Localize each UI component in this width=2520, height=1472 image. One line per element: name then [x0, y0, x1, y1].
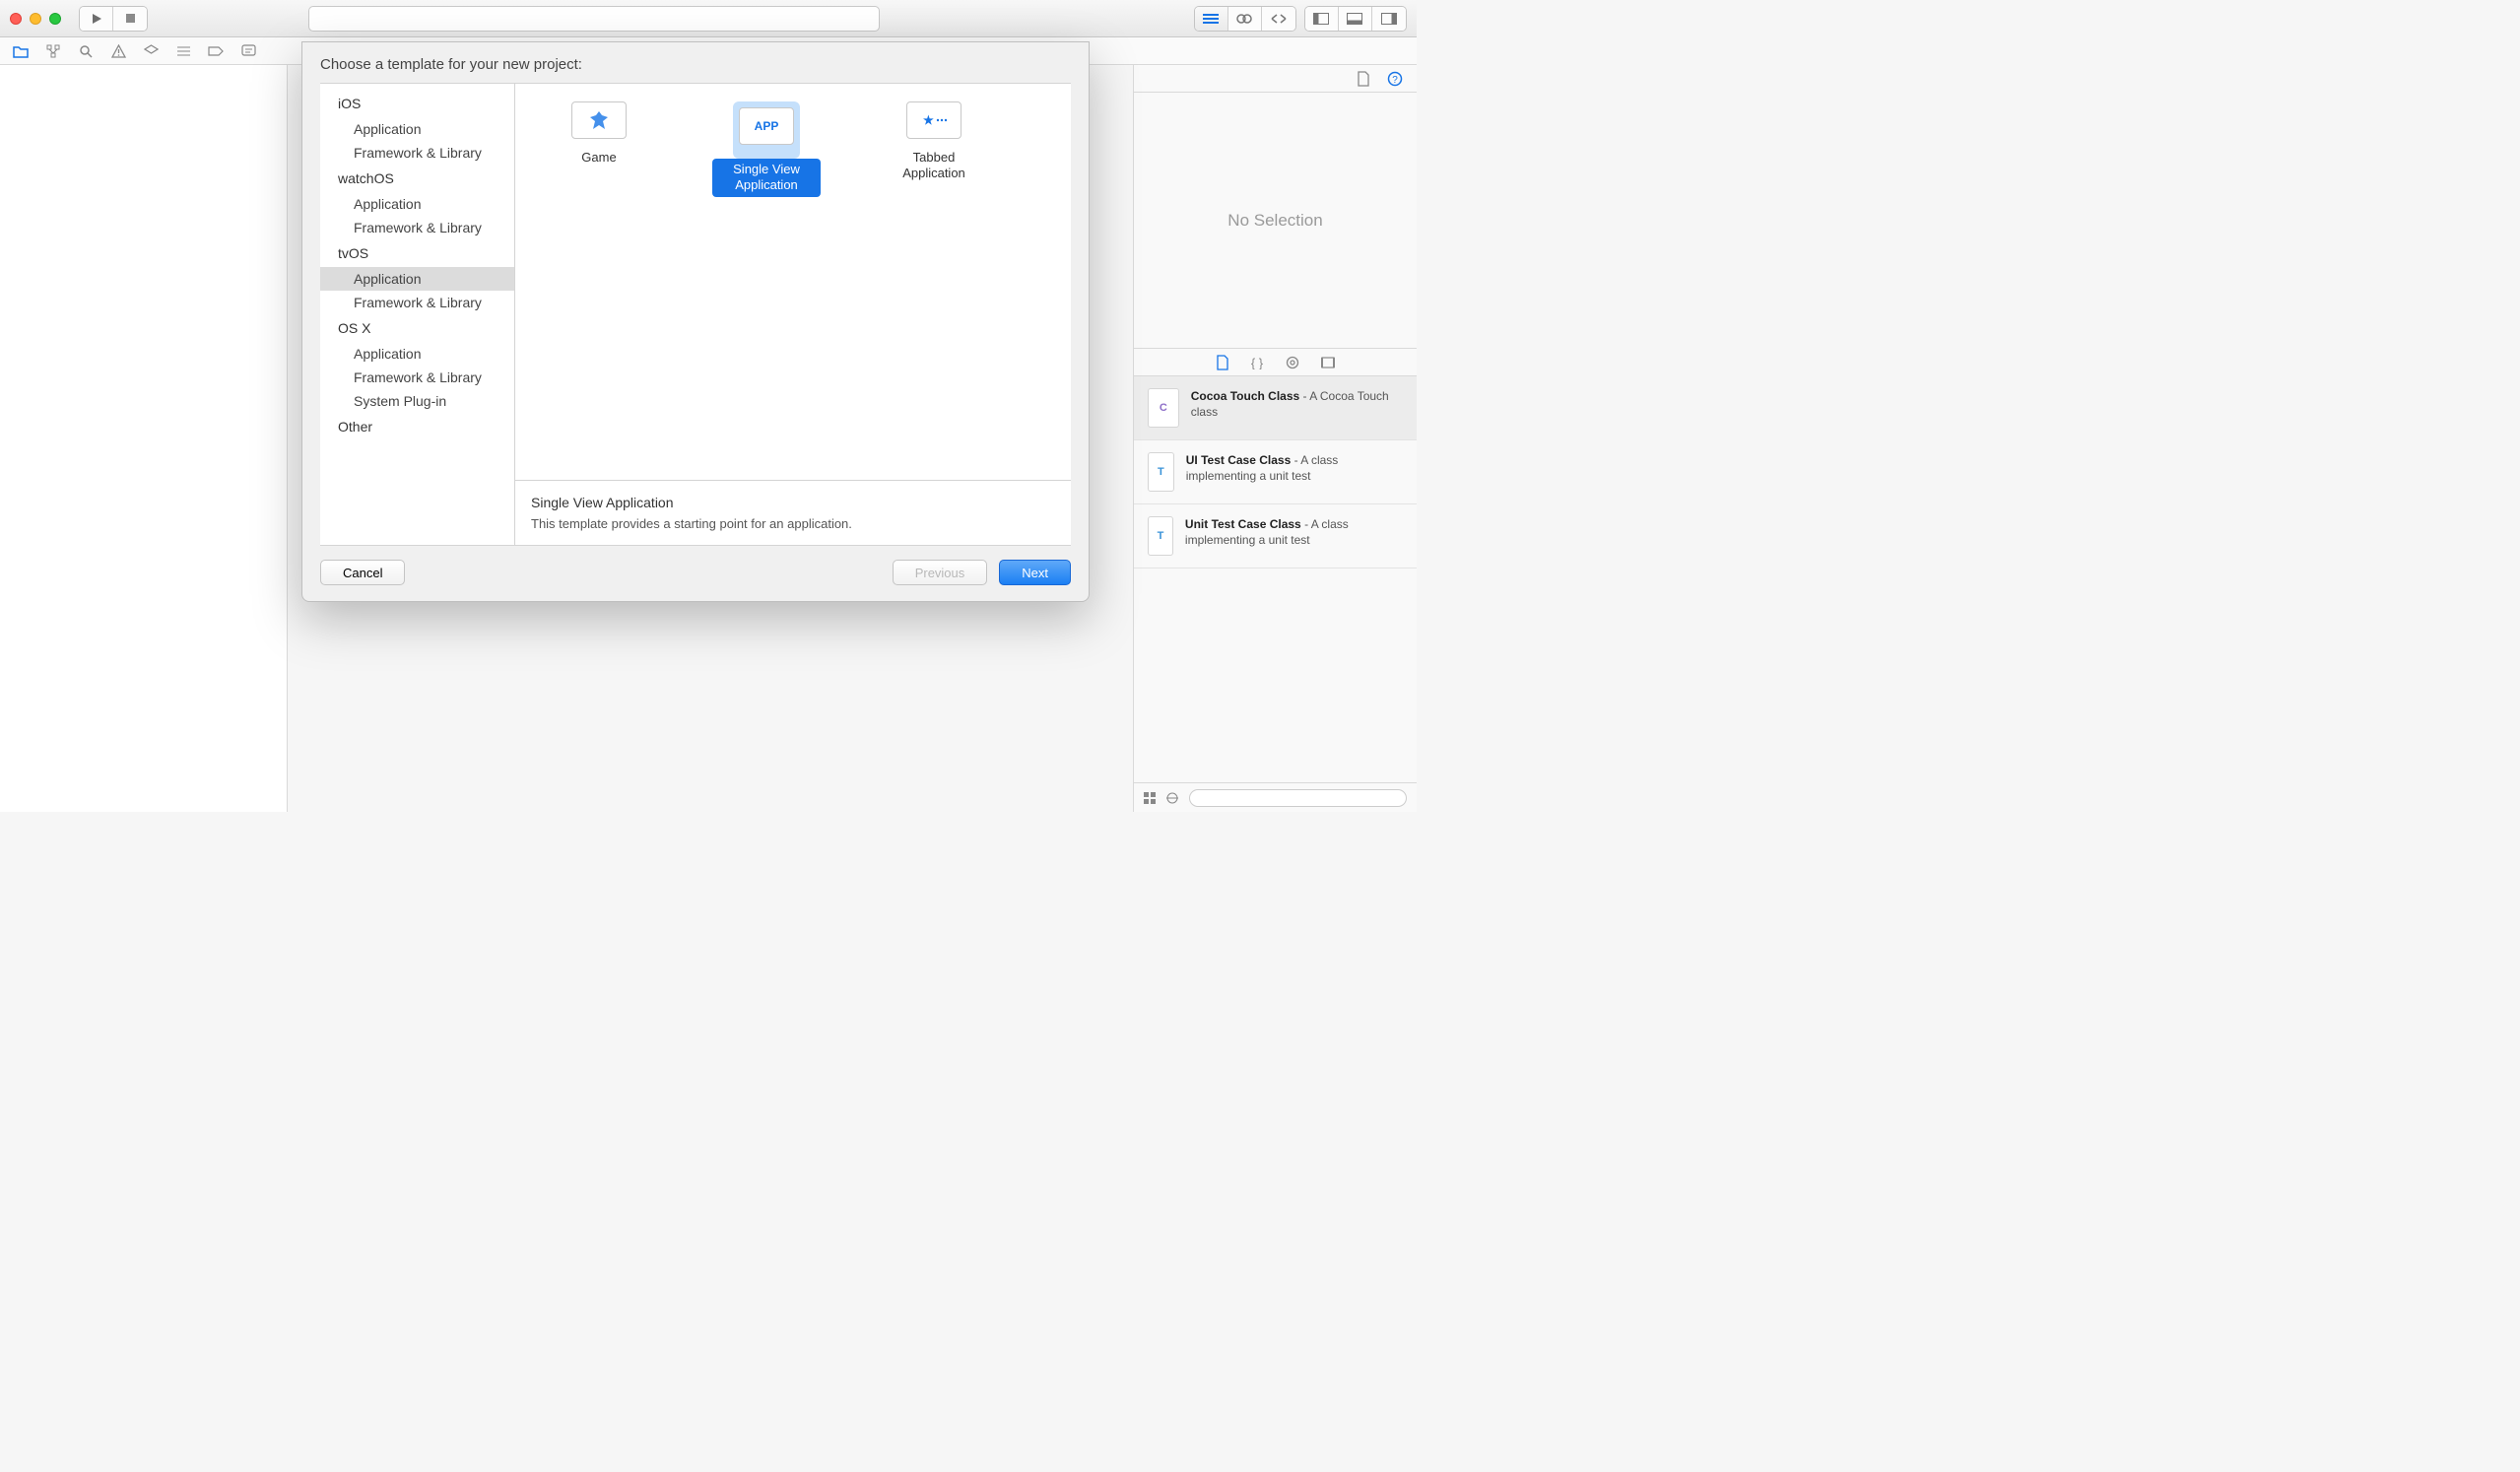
category-item[interactable]: Application: [320, 117, 514, 141]
template-label: Game: [575, 147, 622, 168]
breakpoint-navigator-icon[interactable]: [207, 42, 225, 60]
category-header: Other: [320, 413, 514, 440]
template-description: Single View Application This template pr…: [515, 480, 1071, 545]
category-header: iOS: [320, 90, 514, 117]
app-icon: APP: [739, 107, 794, 145]
code-snippet-library-icon[interactable]: { }: [1250, 356, 1264, 369]
library-item-text: Unit Test Case Class - A class implement…: [1185, 516, 1403, 556]
template-game[interactable]: Game: [545, 101, 653, 168]
report-navigator-icon[interactable]: [239, 42, 257, 60]
editor-mode-segment: [1194, 6, 1296, 32]
svg-text:?: ?: [1392, 75, 1398, 86]
find-navigator-icon[interactable]: [77, 42, 95, 60]
zoom-window-button[interactable]: [49, 13, 61, 25]
template-picker: Game APP Single View Application ★ Tabbe…: [515, 84, 1071, 545]
file-inspector-icon[interactable]: [1357, 71, 1369, 87]
template-categories: iOS Application Framework & Library watc…: [320, 84, 515, 545]
next-button[interactable]: Next: [999, 560, 1071, 585]
list-view-icon[interactable]: [1165, 792, 1179, 804]
library-tabs: { }: [1134, 349, 1417, 376]
category-item[interactable]: Framework & Library: [320, 366, 514, 389]
svg-text:{ }: { }: [1251, 356, 1264, 369]
new-project-sheet: Choose a template for your new project: …: [301, 41, 1090, 602]
template-label: Single View Application: [712, 159, 821, 197]
assistant-editor-button[interactable]: [1228, 7, 1262, 31]
issue-navigator-icon[interactable]: [109, 42, 127, 60]
symbol-navigator-icon[interactable]: [44, 42, 62, 60]
project-navigator-icon[interactable]: [12, 42, 30, 60]
game-icon: [571, 101, 627, 139]
title-bar: [0, 0, 1417, 37]
template-single-view-app[interactable]: APP Single View Application: [712, 101, 821, 197]
template-desc-title: Single View Application: [531, 495, 1055, 510]
run-controls: [79, 6, 148, 32]
library-list: C Cocoa Touch Class - A Cocoa Touch clas…: [1134, 376, 1417, 782]
category-item[interactable]: Framework & Library: [320, 291, 514, 314]
activity-viewer: [308, 6, 880, 32]
navigator-panel: [0, 65, 288, 812]
utilities-panel: ? No Selection { } C Cocoa Touch Class -…: [1133, 65, 1417, 812]
sheet-title: Choose a template for your new project:: [302, 42, 1089, 83]
minimize-window-button[interactable]: [30, 13, 41, 25]
class-file-icon: C: [1148, 388, 1179, 428]
media-library-icon[interactable]: [1321, 356, 1335, 369]
quick-help-inspector-icon[interactable]: ?: [1387, 71, 1403, 87]
category-header: watchOS: [320, 165, 514, 192]
test-file-icon: T: [1148, 516, 1173, 556]
library-item[interactable]: C Cocoa Touch Class - A Cocoa Touch clas…: [1134, 376, 1417, 440]
library-item-text: UI Test Case Class - A class implementin…: [1186, 452, 1403, 492]
template-tabbed-app[interactable]: ★ Tabbed Application: [880, 101, 988, 185]
category-item[interactable]: System Plug-in: [320, 389, 514, 413]
category-item[interactable]: Framework & Library: [320, 141, 514, 165]
previous-button[interactable]: Previous: [893, 560, 988, 585]
library-item[interactable]: T Unit Test Case Class - A class impleme…: [1134, 504, 1417, 569]
template-desc-body: This template provides a starting point …: [531, 516, 1055, 531]
no-selection-label: No Selection: [1134, 93, 1417, 349]
standard-editor-button[interactable]: [1195, 7, 1228, 31]
cancel-button[interactable]: Cancel: [320, 560, 405, 585]
category-item[interactable]: Application: [320, 267, 514, 291]
run-button[interactable]: [80, 7, 113, 31]
toggle-navigator-button[interactable]: [1305, 7, 1339, 31]
tabbed-icon: ★: [906, 101, 962, 139]
category-item[interactable]: Application: [320, 192, 514, 216]
toggle-debug-area-button[interactable]: [1339, 7, 1372, 31]
debug-navigator-icon[interactable]: [174, 42, 192, 60]
category-header: tvOS: [320, 239, 514, 267]
category-header: OS X: [320, 314, 514, 342]
library-footer: [1134, 782, 1417, 812]
toggle-utilities-button[interactable]: [1372, 7, 1406, 31]
library-filter-input[interactable]: [1189, 789, 1407, 807]
test-file-icon: T: [1148, 452, 1174, 492]
category-item[interactable]: Framework & Library: [320, 216, 514, 239]
sheet-footer: Cancel Previous Next: [302, 546, 1089, 601]
version-editor-button[interactable]: [1262, 7, 1295, 31]
stop-button[interactable]: [113, 7, 147, 31]
window-controls: [10, 13, 61, 25]
file-template-library-icon[interactable]: [1216, 355, 1228, 370]
template-label: Tabbed Application: [880, 147, 988, 185]
panel-toggles: [1304, 6, 1407, 32]
grid-view-icon[interactable]: [1144, 792, 1156, 804]
close-window-button[interactable]: [10, 13, 22, 25]
library-item[interactable]: T UI Test Case Class - A class implement…: [1134, 440, 1417, 504]
category-item[interactable]: Application: [320, 342, 514, 366]
svg-text:★: ★: [923, 113, 934, 127]
object-library-icon[interactable]: [1286, 356, 1299, 369]
library-item-text: Cocoa Touch Class - A Cocoa Touch class: [1191, 388, 1403, 428]
inspector-tabs: ?: [1134, 65, 1417, 93]
test-navigator-icon[interactable]: [142, 42, 160, 60]
